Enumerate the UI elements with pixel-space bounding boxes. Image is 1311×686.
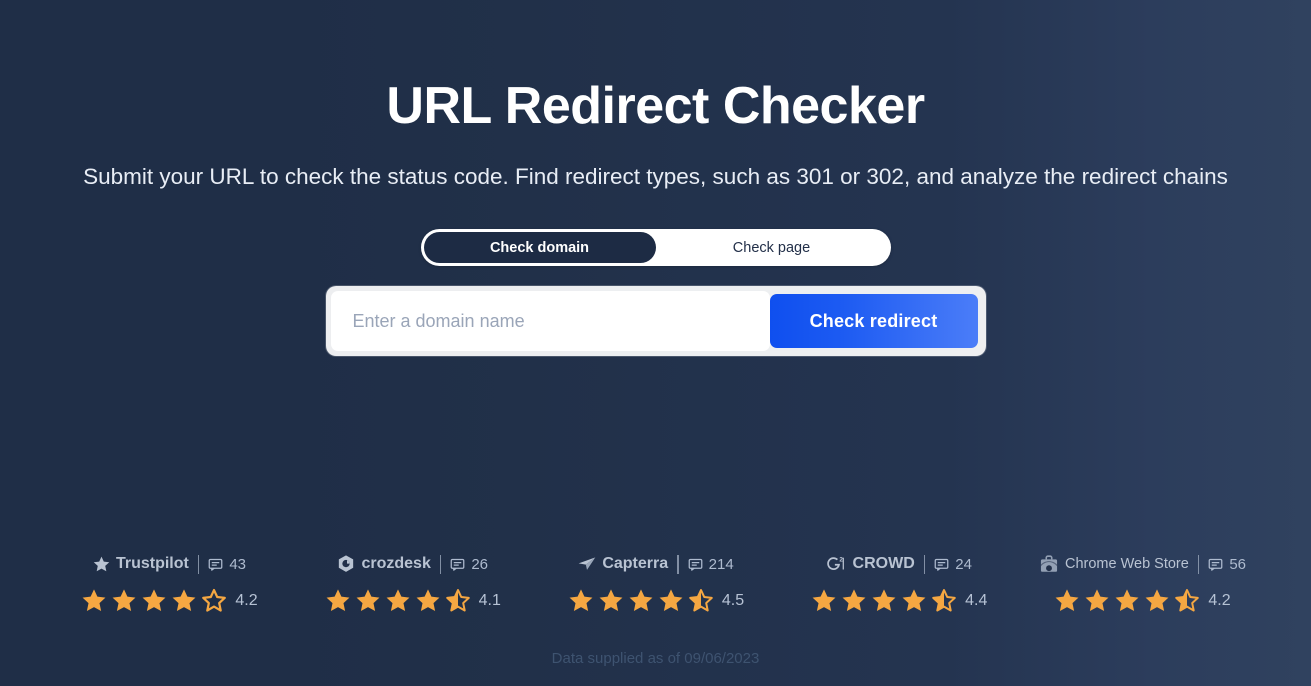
review-count-value: 26	[471, 555, 489, 573]
rating-value: 4.5	[721, 592, 745, 609]
comment-icon	[934, 557, 949, 572]
review-count: 214	[688, 556, 734, 573]
star-rating: 4.2	[80, 587, 258, 615]
star-icon-full	[597, 587, 625, 615]
trustpilot-star-icon	[92, 555, 111, 574]
star-icon-empty	[200, 587, 228, 615]
rating-card-g2crowd: 2 CROWD 24 4.4	[788, 552, 1010, 615]
star-icon-full	[1053, 587, 1081, 615]
chrome-web-store-brand: Chrome Web Store	[1038, 553, 1189, 575]
rating-card-trustpilot: Trustpilot 43 4.2	[58, 552, 280, 615]
g2crowd-brand: 2 CROWD	[826, 554, 915, 574]
review-count-value: 43	[229, 555, 247, 573]
star-icon-full	[627, 587, 655, 615]
rating-header: Trustpilot 43	[92, 552, 246, 576]
check-redirect-button[interactable]: Check redirect	[769, 294, 978, 349]
review-count-value: 214	[708, 555, 734, 573]
star-icon-full	[354, 587, 382, 615]
divider	[1197, 554, 1200, 574]
star-icon-full	[140, 587, 168, 615]
comment-icon	[450, 557, 465, 572]
rating-card-chrome-web-store: Chrome Web Store 56 4.2	[1031, 552, 1253, 615]
star-icon-full	[80, 587, 108, 615]
star-icon-full	[384, 587, 412, 615]
comment-icon	[688, 557, 703, 572]
star-icon-full	[324, 587, 352, 615]
review-count: 43	[208, 556, 246, 573]
comment-icon	[1208, 557, 1223, 572]
rating-brand-label: crozdesk	[361, 555, 431, 572]
rating-brand-label: Trustpilot	[115, 555, 189, 572]
crozdesk-brand: crozdesk	[336, 554, 431, 574]
search-bar: Check redirect	[325, 286, 986, 357]
star-icon-full	[1083, 587, 1111, 615]
star-icon-full	[1143, 587, 1171, 615]
divider	[439, 554, 442, 574]
star-icon-full	[900, 587, 928, 615]
crozdesk-icon	[336, 554, 356, 574]
review-count: 24	[934, 556, 972, 573]
rating-header: crozdesk 26	[336, 552, 488, 576]
divider	[677, 554, 679, 574]
star-rating: 4.2	[1053, 587, 1231, 615]
star-icon-full	[110, 587, 138, 615]
rating-value: 4.2	[1208, 592, 1231, 609]
star-rating: 4.1	[324, 587, 501, 615]
page-title: URL Redirect Checker	[386, 77, 925, 135]
star-rating: 4.5	[567, 587, 744, 615]
search-input-wrapper[interactable]	[330, 291, 770, 352]
star-icon-full	[414, 587, 442, 615]
star-icon-half	[930, 587, 958, 615]
rating-value: 4.4	[965, 592, 988, 609]
rating-header: Chrome Web Store 56	[1038, 552, 1246, 576]
rating-header: 2 CROWD 24	[826, 552, 972, 576]
review-count-value: 56	[1229, 555, 1247, 573]
rating-card-capterra: Capterra 214 4.5	[545, 552, 767, 615]
rating-value: 4.2	[235, 592, 258, 609]
rating-card-crozdesk: crozdesk 26 4.1	[301, 552, 523, 615]
divider	[197, 554, 200, 574]
star-icon-half	[1173, 587, 1201, 615]
star-icon-full	[567, 587, 595, 615]
ratings-strip: Trustpilot 43 4.2 crozdesk 26 4.1 Capter…	[0, 552, 1311, 615]
url-redirect-checker-page: URL Redirect Checker Submit your URL to …	[0, 0, 1311, 686]
rating-brand-label: Capterra	[602, 555, 669, 572]
mode-toggle[interactable]: Check domain Check page	[420, 229, 891, 267]
divider	[923, 554, 926, 574]
search-input[interactable]	[352, 294, 770, 349]
star-icon-half	[687, 587, 715, 615]
rating-header: Capterra 214	[577, 552, 734, 576]
g2-crowd-icon: 2	[826, 554, 848, 574]
review-count-value: 24	[955, 555, 972, 573]
page-subtitle: Submit your URL to check the status code…	[83, 164, 1228, 190]
toggle-option-check-domain[interactable]: Check domain	[423, 232, 656, 264]
data-supplied-footnote: Data supplied as of 09/06/2023	[551, 650, 760, 667]
comment-icon	[208, 557, 223, 572]
rating-brand-label: Chrome Web Store	[1064, 556, 1189, 572]
trustpilot-brand: Trustpilot	[92, 555, 189, 574]
capterra-brand: Capterra	[577, 554, 668, 574]
star-icon-full	[810, 587, 838, 615]
star-icon-full	[170, 587, 198, 615]
toggle-option-check-page[interactable]: Check page	[656, 232, 888, 263]
star-icon-full	[840, 587, 868, 615]
star-icon-full	[657, 587, 685, 615]
star-icon-full	[1113, 587, 1141, 615]
star-icon-half	[444, 587, 472, 615]
star-icon-full	[870, 587, 898, 615]
star-rating: 4.4	[810, 587, 987, 615]
review-count: 26	[450, 556, 488, 573]
capterra-icon	[577, 554, 597, 574]
rating-brand-label: CROWD	[852, 555, 915, 572]
chrome-web-store-icon	[1038, 553, 1060, 575]
rating-value: 4.1	[478, 592, 501, 609]
review-count: 56	[1208, 556, 1246, 573]
